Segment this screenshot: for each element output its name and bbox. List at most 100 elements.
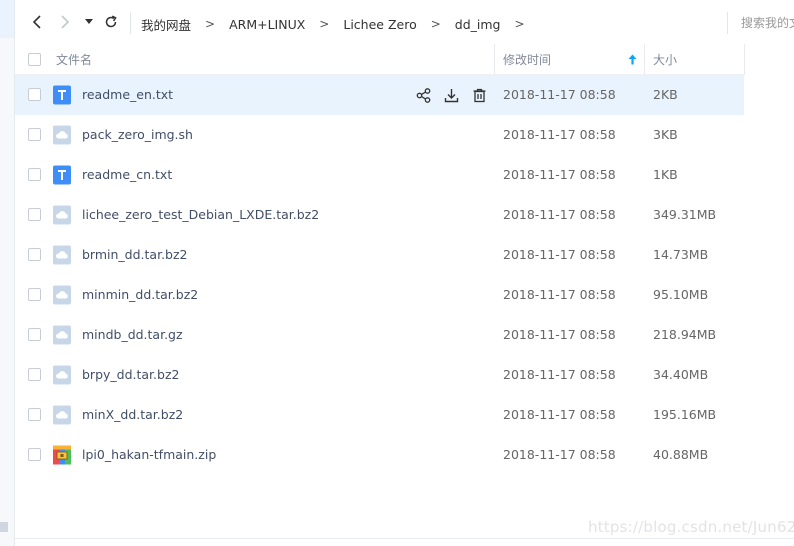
row-checkbox[interactable] (28, 328, 41, 341)
file-modified-date: 2018-11-17 08:58 (503, 367, 616, 382)
refresh-icon (105, 15, 117, 28)
file-modified-date: 2018-11-17 08:58 (503, 287, 616, 302)
column-divider (644, 44, 645, 75)
file-row[interactable]: readme_cn.txt 2018-11-17 08:58 1KB (15, 155, 744, 195)
file-name[interactable]: minmin_dd.tar.bz2 (82, 287, 198, 302)
history-dropdown-button[interactable] (80, 12, 98, 32)
file-size: 195.16MB (653, 407, 717, 422)
sidebar-selected-item[interactable] (0, 0, 14, 38)
file-row[interactable]: brpy_dd.tar.bz2 2018-11-17 08:58 34.40MB (15, 355, 744, 395)
row-checkbox[interactable] (28, 368, 41, 381)
file-name[interactable]: brmin_dd.tar.bz2 (82, 247, 188, 262)
breadcrumb-separator: > (205, 17, 216, 31)
file-name[interactable]: readme_cn.txt (82, 167, 172, 182)
chevron-right-icon (61, 15, 70, 29)
file-modified-date: 2018-11-17 08:58 (503, 207, 616, 222)
file-row[interactable]: pack_zero_img.sh 2018-11-17 08:58 3KB (15, 115, 744, 155)
row-checkbox[interactable] (28, 208, 41, 221)
zip-archive-icon (53, 445, 71, 465)
file-row[interactable]: lpi0_hakan-tfmain.zip 2018-11-17 08:58 4… (15, 435, 744, 475)
file-modified-date: 2018-11-17 08:58 (503, 327, 616, 342)
text-file-icon (53, 165, 71, 185)
generic-file-icon (53, 325, 71, 345)
file-name[interactable]: readme_en.txt (82, 87, 173, 102)
watermark-text: https://blog.csdn.net/Jun626 (588, 518, 794, 536)
row-checkbox[interactable] (28, 408, 41, 421)
refresh-button[interactable] (101, 12, 121, 32)
file-name[interactable]: brpy_dd.tar.bz2 (82, 367, 179, 382)
breadcrumb-item-lichee-zero[interactable]: Lichee Zero (343, 17, 416, 32)
status-bar-border (15, 538, 794, 539)
file-row[interactable]: lichee_zero_test_Debian_LXDE.tar.bz2 201… (15, 195, 744, 235)
column-header-name-label: 文件名 (56, 53, 93, 67)
back-button[interactable] (27, 12, 47, 32)
file-name[interactable]: minX_dd.tar.bz2 (82, 407, 183, 422)
column-header-modified-label: 修改时间 (503, 53, 552, 67)
file-size: 40.88MB (653, 447, 709, 462)
share-icon (416, 87, 430, 103)
breadcrumb-separator: > (430, 17, 441, 31)
breadcrumb-item-my-drive[interactable]: 我的网盘 (141, 15, 191, 34)
generic-file-icon (53, 125, 71, 145)
file-row[interactable]: brmin_dd.tar.bz2 2018-11-17 08:58 14.73M… (15, 235, 744, 275)
row-actions (413, 85, 489, 105)
sort-ascending-icon (628, 54, 637, 65)
row-checkbox[interactable] (28, 288, 41, 301)
caret-down-icon (85, 19, 93, 24)
column-divider (494, 44, 495, 75)
file-size: 3KB (653, 127, 678, 142)
file-modified-date: 2018-11-17 08:58 (503, 247, 616, 262)
breadcrumb-item-dd-img[interactable]: dd_img (455, 17, 501, 32)
chevron-left-icon (32, 15, 41, 29)
file-size: 95.10MB (653, 287, 709, 302)
file-row[interactable]: minX_dd.tar.bz2 2018-11-17 08:58 195.16M… (15, 395, 744, 435)
column-header-name[interactable]: 文件名 (56, 44, 92, 75)
row-checkbox[interactable] (28, 128, 41, 141)
row-checkbox[interactable] (28, 88, 41, 101)
column-divider (744, 44, 745, 75)
breadcrumb-item-arm-linux[interactable]: ARM+LINUX (229, 17, 305, 32)
left-sidebar-edge (0, 0, 15, 546)
file-list-header: 文件名 修改时间 大小 (15, 44, 794, 75)
search-divider (727, 12, 728, 34)
file-size: 14.73MB (653, 247, 709, 262)
generic-file-icon (53, 205, 71, 225)
row-checkbox[interactable] (28, 448, 41, 461)
file-row[interactable]: mindb_dd.tar.gz 2018-11-17 08:58 218.94M… (15, 315, 744, 355)
file-modified-date: 2018-11-17 08:58 (503, 87, 616, 102)
file-name[interactable]: mindb_dd.tar.gz (82, 327, 183, 342)
delete-button[interactable] (469, 85, 489, 105)
download-button[interactable] (441, 85, 461, 105)
column-header-size[interactable]: 大小 (653, 44, 677, 75)
file-size: 34.40MB (653, 367, 709, 382)
file-name[interactable]: pack_zero_img.sh (82, 127, 193, 142)
file-row[interactable]: readme_en.txt 2018-11-17 08:58 2KB (15, 75, 744, 115)
generic-file-icon (53, 285, 71, 305)
download-icon (444, 88, 458, 102)
share-button[interactable] (413, 85, 433, 105)
row-checkbox[interactable] (28, 168, 41, 181)
toolbar-divider (130, 12, 131, 34)
file-name[interactable]: lpi0_hakan-tfmain.zip (82, 447, 216, 462)
select-all-checkbox[interactable] (28, 53, 41, 66)
delete-icon (473, 88, 485, 102)
row-checkbox[interactable] (28, 248, 41, 261)
file-size: 2KB (653, 87, 678, 102)
column-header-size-label: 大小 (653, 53, 678, 67)
file-name[interactable]: lichee_zero_test_Debian_LXDE.tar.bz2 (82, 207, 319, 222)
select-all-cell (28, 44, 41, 75)
forward-button[interactable] (55, 12, 75, 32)
file-manager-window: 我的网盘 > ARM+LINUX > Lichee Zero > dd_img … (0, 0, 794, 546)
file-row[interactable]: minmin_dd.tar.bz2 2018-11-17 08:58 95.10… (15, 275, 744, 315)
file-modified-date: 2018-11-17 08:58 (503, 167, 616, 182)
breadcrumb-separator: > (319, 17, 330, 31)
column-header-modified[interactable]: 修改时间 (503, 44, 643, 75)
generic-file-icon (53, 245, 71, 265)
file-modified-date: 2018-11-17 08:58 (503, 127, 616, 142)
file-size: 1KB (653, 167, 678, 182)
navigation-toolbar: 我的网盘 > ARM+LINUX > Lichee Zero > dd_img … (15, 0, 794, 44)
file-modified-date: 2018-11-17 08:58 (503, 407, 616, 422)
search-input[interactable] (741, 12, 794, 34)
file-size: 349.31MB (653, 207, 717, 222)
generic-file-icon (53, 365, 71, 385)
